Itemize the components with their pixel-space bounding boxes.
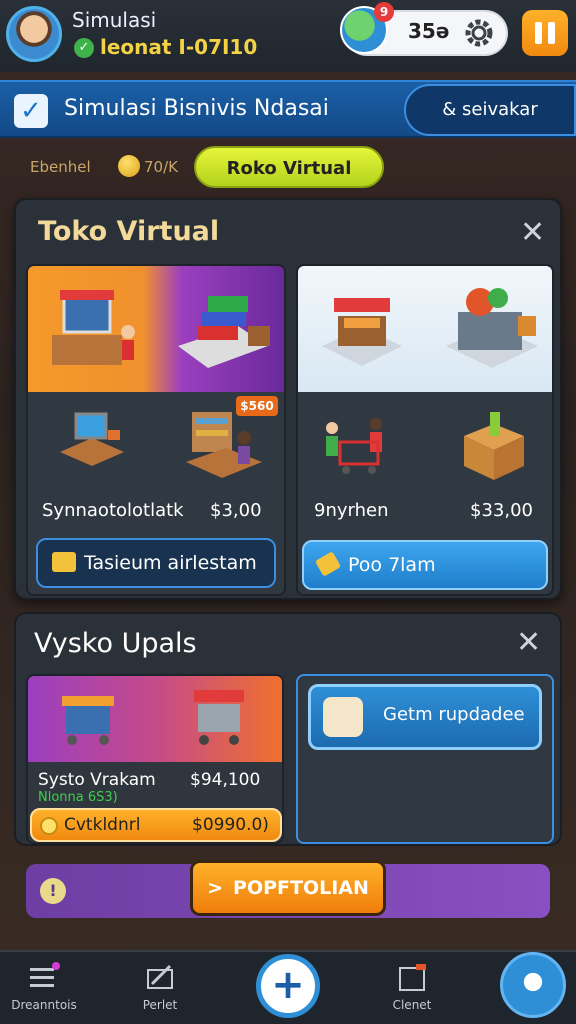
- get-upgrade-label: Getm rupdadee: [383, 704, 525, 725]
- player-name: Simulasi: [72, 8, 157, 32]
- pencil-icon: [147, 964, 173, 989]
- menu-icon: [30, 962, 60, 987]
- card-price: $3,00: [210, 500, 262, 521]
- hud-stat-1: Ebenhel: [30, 158, 91, 176]
- panel-title: Vysko Upals: [34, 628, 197, 659]
- checkbox-icon[interactable]: ✓: [14, 94, 48, 128]
- upgrade-side-card: Getm rupdadee: [296, 674, 554, 844]
- card-action-label: Tasieum airlestam: [84, 552, 257, 574]
- price-badge: $560: [236, 396, 278, 416]
- get-upgrade-button[interactable]: Getm rupdadee: [308, 684, 542, 750]
- produce-cart-icon: [446, 288, 538, 368]
- banner-action-button[interactable]: & seivakar: [404, 84, 576, 136]
- shop-button[interactable]: Roko Virtual: [194, 146, 384, 188]
- chevron-right-icon: >: [207, 877, 224, 899]
- store-icon: [52, 290, 135, 365]
- gear-icon[interactable]: [462, 16, 496, 50]
- coin-value: 35ə: [408, 19, 450, 43]
- buy-button-price: $0990.0): [192, 815, 269, 835]
- top-bar: Simulasi ✓ leonat I-07I10 9 35ə: [0, 0, 576, 72]
- nav-item-edit[interactable]: Perlet: [118, 962, 202, 1012]
- shop-card[interactable]: $560 Synnaotolotlatk $3,00 Tasieum airle…: [26, 264, 286, 596]
- shop-panel: Toko Virtual ✕ $560 Synnaotolotlatk $3,0…: [14, 198, 562, 600]
- title-banner: ✓ Simulasi Bisnivis Ndasai & seivakar: [0, 80, 576, 138]
- shop-card[interactable]: 9nyrhen $33,00 Poo 7lam: [296, 264, 554, 596]
- card-banner: [28, 266, 284, 392]
- buy-button-label: Cvtkldnrl: [64, 815, 141, 835]
- notification-badge: 9: [374, 2, 394, 22]
- card-name: Systo Vrakam: [38, 770, 156, 790]
- player-status: leonat I-07I10: [100, 35, 258, 59]
- coin-icon: [40, 817, 58, 835]
- box-icon: [464, 412, 524, 480]
- card-price: $33,00: [470, 500, 533, 521]
- card-action-button[interactable]: Tasieum airlestam: [36, 538, 276, 588]
- card-action-button[interactable]: Poo 7lam: [302, 540, 548, 590]
- portfolio-button[interactable]: > POPFTOLIAN: [190, 860, 386, 916]
- card-name: Synnaotolotlatk: [42, 500, 184, 521]
- portfolio-label: POPFTOLIAN: [233, 877, 369, 899]
- nav-label: Dreanntois: [11, 998, 77, 1012]
- nav-label: Clenet: [392, 998, 432, 1012]
- add-button[interactable]: +: [256, 954, 320, 1018]
- close-icon[interactable]: ✕: [520, 218, 545, 248]
- nav-item-notes[interactable]: Clenet: [370, 962, 454, 1012]
- player-avatar[interactable]: [6, 6, 62, 62]
- banner-title: Simulasi Bisnivis Ndasai: [64, 96, 329, 121]
- close-icon[interactable]: ✕: [516, 628, 541, 658]
- upgrade-icon: [323, 697, 363, 737]
- shopping-cart-icon: [326, 418, 382, 474]
- hud-stat-2: 70/K: [144, 158, 178, 176]
- card-price: $94,100: [190, 770, 261, 790]
- computer-desk-icon: [60, 412, 124, 466]
- card-banner: [28, 676, 282, 762]
- card-action-label: Poo 7lam: [348, 554, 436, 576]
- upgrade-panel: Vysko Upals ✕ Systo Vrakam Nlonna 6S3) $…: [14, 612, 562, 846]
- market-stall-icon: [322, 298, 402, 366]
- community-icon[interactable]: [500, 952, 566, 1018]
- action-bar: ! > POPFTOLIAN: [26, 860, 550, 918]
- buy-button[interactable]: Cvtkldnrl $0990.0): [30, 808, 282, 842]
- coin-icon: [118, 155, 140, 177]
- card-name: 9nyrhen: [314, 500, 389, 521]
- tag-icon: [314, 551, 342, 577]
- upgrade-card[interactable]: Systo Vrakam Nlonna 6S3) $94,100 Cvtkldn…: [26, 674, 284, 844]
- money-stack-icon: [178, 296, 270, 368]
- nav-label: Perlet: [142, 998, 178, 1012]
- coin-stack-icon: [52, 552, 76, 572]
- cart-stall-icon: [194, 690, 244, 745]
- pause-button[interactable]: [522, 10, 568, 56]
- note-icon: [399, 964, 426, 991]
- card-subtitle: Nlonna 6S3): [38, 790, 118, 805]
- info-icon[interactable]: !: [40, 878, 66, 904]
- panel-title: Toko Virtual: [38, 216, 220, 247]
- check-icon: ✓: [74, 38, 94, 58]
- card-banner: [298, 266, 552, 392]
- nav-item-menu[interactable]: Dreanntois: [2, 962, 86, 1012]
- kiosk-icon: [62, 696, 114, 745]
